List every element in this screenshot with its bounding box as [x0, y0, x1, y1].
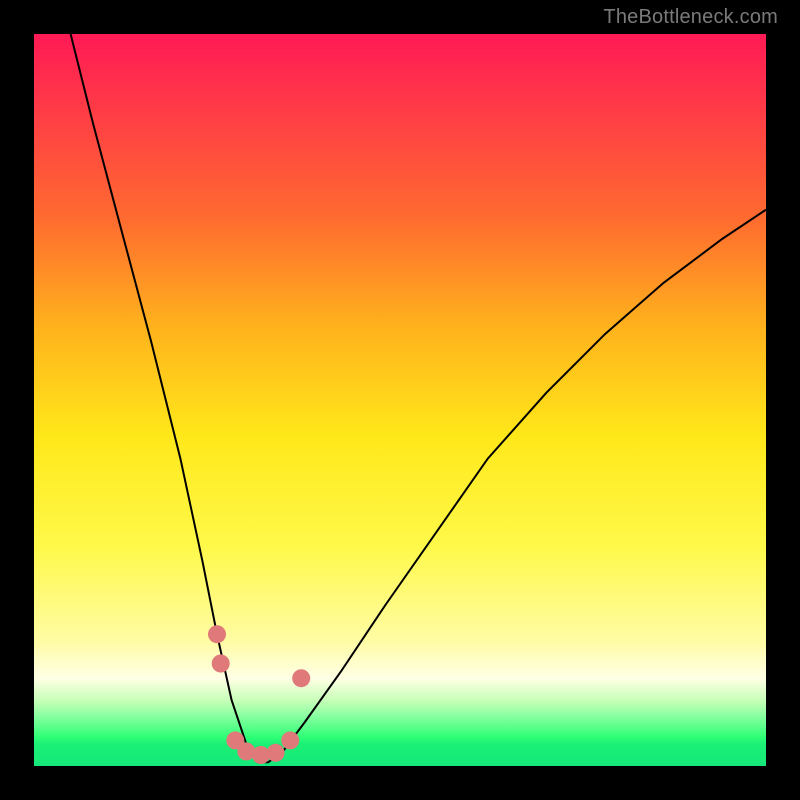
point-a — [208, 625, 226, 643]
plot-area — [34, 34, 766, 766]
chart-svg — [34, 34, 766, 766]
point-h — [292, 669, 310, 687]
bottleneck-curve — [71, 34, 766, 762]
point-b — [212, 655, 230, 673]
marker-layer — [208, 625, 310, 764]
chart-frame: TheBottleneck.com — [0, 0, 800, 800]
watermark-text: TheBottleneck.com — [603, 6, 778, 29]
point-f — [267, 744, 285, 762]
point-g — [281, 731, 299, 749]
